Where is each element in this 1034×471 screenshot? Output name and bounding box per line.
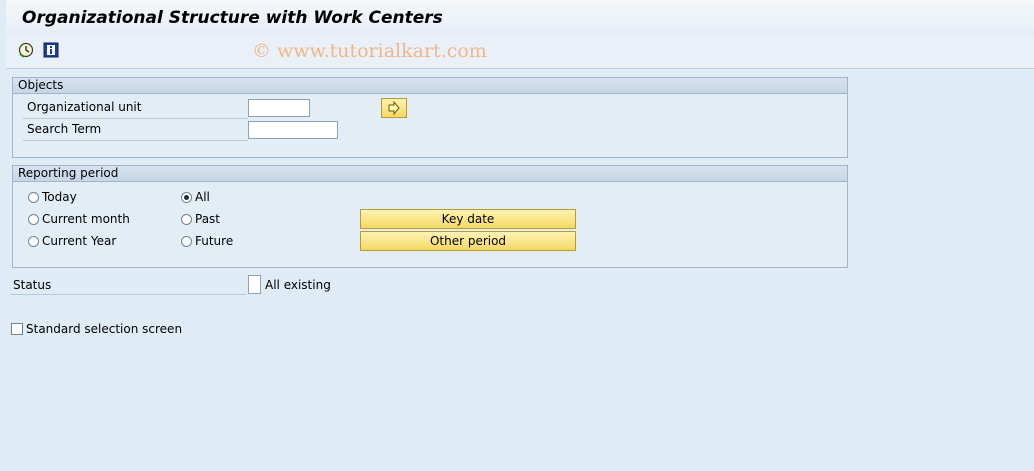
search-term-label: Search Term bbox=[27, 122, 102, 136]
org-unit-label: Organizational unit bbox=[27, 100, 142, 114]
title-bar: Organizational Structure with Work Cente… bbox=[6, 0, 1034, 37]
status-label: Status bbox=[13, 278, 52, 292]
radio-past-label: Past bbox=[195, 212, 221, 226]
radio-future-label: Future bbox=[195, 234, 234, 248]
standard-selection-checkbox[interactable] bbox=[11, 323, 23, 335]
application-toolbar: © www.tutorialkart.com bbox=[6, 36, 1034, 69]
radio-today[interactable] bbox=[28, 192, 39, 203]
watermark-text: © www.tutorialkart.com bbox=[252, 40, 487, 62]
radio-past[interactable] bbox=[181, 214, 192, 225]
org-unit-label-underline bbox=[23, 118, 248, 119]
key-date-button[interactable]: Key date bbox=[360, 209, 576, 229]
reporting-period-group: Reporting period Today Current month Cur… bbox=[12, 165, 848, 268]
search-term-label-underline bbox=[23, 140, 248, 141]
reporting-period-header: Reporting period bbox=[13, 166, 847, 182]
info-icon[interactable] bbox=[43, 42, 59, 58]
objects-group-header: Objects bbox=[13, 78, 847, 94]
org-unit-input[interactable] bbox=[248, 99, 310, 117]
status-label-underline bbox=[10, 294, 246, 295]
radio-current-month[interactable] bbox=[28, 214, 39, 225]
radio-future[interactable] bbox=[181, 236, 192, 247]
arrow-right-icon bbox=[388, 100, 400, 116]
search-term-input[interactable] bbox=[248, 121, 338, 139]
page-title: Organizational Structure with Work Cente… bbox=[22, 8, 443, 28]
standard-selection-label: Standard selection screen bbox=[26, 322, 183, 336]
selection-screen: Objects Organizational unit Search Term … bbox=[6, 69, 1034, 471]
radio-today-label: Today bbox=[42, 190, 77, 204]
radio-current-month-label: Current month bbox=[42, 212, 130, 226]
org-unit-search-button[interactable] bbox=[381, 98, 407, 118]
radio-current-year[interactable] bbox=[28, 236, 39, 247]
radio-current-year-label: Current Year bbox=[42, 234, 117, 248]
status-input[interactable] bbox=[248, 275, 261, 294]
radio-all[interactable] bbox=[181, 192, 192, 203]
status-value-text: All existing bbox=[265, 278, 331, 292]
objects-group: Objects Organizational unit Search Term bbox=[12, 77, 848, 158]
execute-clock-icon[interactable] bbox=[18, 42, 34, 58]
other-period-button[interactable]: Other period bbox=[360, 231, 576, 251]
radio-all-label: All bbox=[195, 190, 210, 204]
